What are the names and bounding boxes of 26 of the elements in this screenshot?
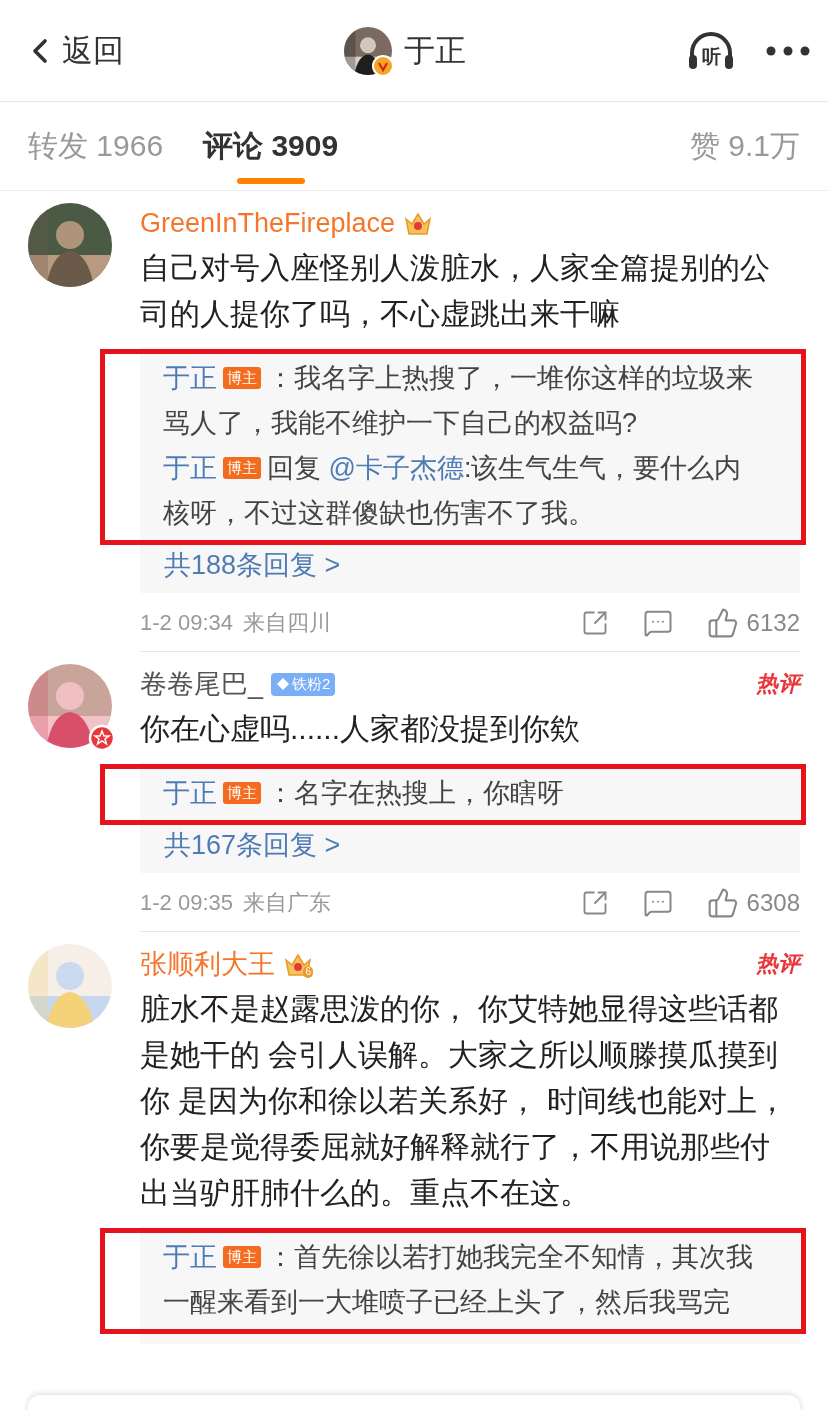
reply-text: 于正 博主 ：名字在热搜上，你瞎呀 bbox=[163, 777, 565, 810]
reply-text: 于正 博主 ：首先徐以若打她我完全不知情，其次我一醒来看到一大堆喷子已经上头了，然后我骂完 bbox=[163, 1241, 754, 1319]
reply-text: 于正 博主 ：我名字上热搜了，一堆你这样的垃圾来骂人了，我能不维护一下自己的权益吗? bbox=[163, 362, 754, 440]
comment-time: 1-2 09:35 bbox=[140, 890, 233, 916]
tab[interactable]: 转发 1966 bbox=[28, 102, 164, 190]
more-replies-link[interactable]: 共188条回复 > bbox=[140, 545, 800, 583]
comment-text: 脏水不是赵露思泼的你， 你艾特她显得这些话都是她干的 会引人误解。大家之所以顺滕摸瓜摸到你 是因为你和徐以若关系好， 时间线也能对上，你要是觉得委屈就好解释就行了，不用说那些付出当驴肝肺什么的。重点不在这。 bbox=[140, 991, 788, 1211]
likes-tab[interactable]: 赞 9.1万 bbox=[689, 125, 800, 167]
comment-text: 自己对号入座怪别人泼脏水，人家全篇提别的公司的人提你了吗，不心虚跳出来干嘛 bbox=[140, 250, 771, 332]
comment-text: 你在心虚吗......人家都没提到你欸 bbox=[140, 711, 581, 747]
more-replies-link[interactable]: 共167条回复 > bbox=[140, 825, 800, 863]
like-button[interactable]: 6308 bbox=[706, 887, 800, 919]
reply-text: 于正 博主 回复 @卡子杰德:该生气生气，要什么内核呀，不过这群傻缺也伤害不了我。 bbox=[163, 452, 743, 530]
tab[interactable]: 评论 3909 bbox=[203, 102, 339, 190]
comment-location: 来自四川 bbox=[242, 609, 331, 637]
like-button[interactable]: 6132 bbox=[706, 607, 800, 639]
back-button[interactable]: 返回 bbox=[20, 29, 124, 72]
user-name[interactable]: 卷卷尾巴_ bbox=[140, 666, 264, 702]
listen-button[interactable]: 听 bbox=[686, 28, 736, 73]
user-name[interactable]: GreenInTheFireplace bbox=[140, 207, 396, 239]
comment-time: 1-2 09:34 bbox=[140, 610, 233, 636]
page-title: 于正 bbox=[404, 31, 466, 70]
fan-badge: 铁粉2 bbox=[271, 672, 336, 696]
user-name[interactable]: 张顺利大王 bbox=[140, 946, 275, 982]
mention-link[interactable]: @卡子杰德 bbox=[328, 453, 464, 483]
comment-location: 来自广东 bbox=[242, 889, 331, 917]
